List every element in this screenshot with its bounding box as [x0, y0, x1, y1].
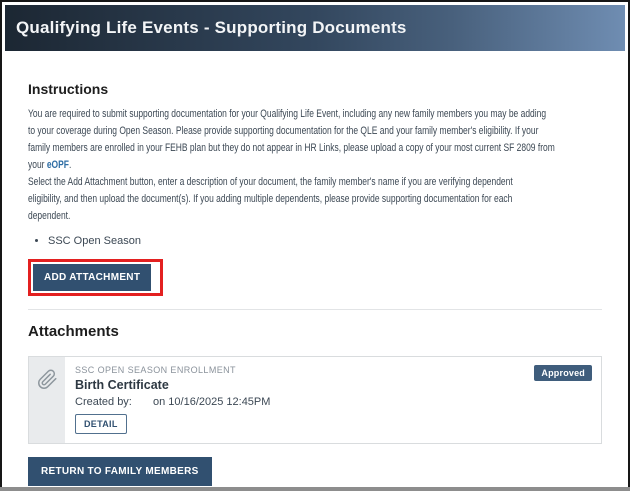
attachment-card: SSC OPEN SEASON ENROLLMENT Birth Certifi… — [28, 356, 602, 444]
annotation-highlight: ADD ATTACHMENT — [28, 259, 164, 296]
attachment-title: Birth Certificate — [75, 378, 169, 392]
attachment-icon-panel — [29, 357, 65, 443]
page: Qualifying Life Events - Supporting Docu… — [0, 0, 630, 494]
return-to-family-members-button[interactable]: RETURN TO FAMILY MEMBERS — [28, 457, 212, 486]
instructions-line: You are required to submit supporting do… — [28, 108, 547, 120]
status-badge: Approved — [534, 365, 592, 381]
section-divider — [28, 309, 602, 310]
instructions-line-text: your — [28, 159, 47, 171]
eopf-link[interactable]: eOPF — [47, 159, 69, 171]
attachment-meta: Created by: on 10/16/2025 12:45PM — [75, 396, 589, 408]
instructions-heading: Instructions — [28, 81, 109, 97]
app-window: Qualifying Life Events - Supporting Docu… — [0, 0, 630, 488]
add-attachment-button[interactable]: ADD ATTACHMENT — [33, 264, 152, 291]
page-header: Qualifying Life Events - Supporting Docu… — [5, 5, 625, 51]
page-title: Qualifying Life Events - Supporting Docu… — [16, 18, 407, 37]
instructions-line: eligibility, and then upload the documen… — [28, 193, 513, 205]
window-bottom-edge — [0, 487, 630, 491]
created-date: on 10/16/2025 12:45PM — [153, 396, 271, 408]
instructions-line: Select the Add Attachment button, enter … — [28, 176, 513, 188]
qle-list: SSC Open Season — [28, 234, 602, 249]
instructions-line: your eOPF. — [28, 157, 470, 174]
instructions-line: dependent. — [28, 210, 71, 222]
content-area: Instructions You are required to submit … — [2, 81, 628, 486]
attachments-heading: Attachments — [28, 323, 119, 340]
instructions-line: to your coverage during Open Season. Ple… — [28, 125, 539, 137]
detail-button[interactable]: DETAIL — [75, 414, 127, 434]
instructions-text: You are required to submit supporting do… — [28, 106, 602, 225]
instructions-line-text: . — [68, 159, 72, 171]
paperclip-icon — [37, 369, 57, 389]
attachment-details: SSC OPEN SEASON ENROLLMENT Birth Certifi… — [65, 357, 601, 443]
created-by-label: Created by: — [75, 396, 132, 408]
qle-list-item: SSC Open Season — [48, 234, 602, 249]
attachment-category: SSC OPEN SEASON ENROLLMENT — [75, 365, 236, 375]
instructions-line: family members are enrolled in your FEHB… — [28, 142, 555, 154]
